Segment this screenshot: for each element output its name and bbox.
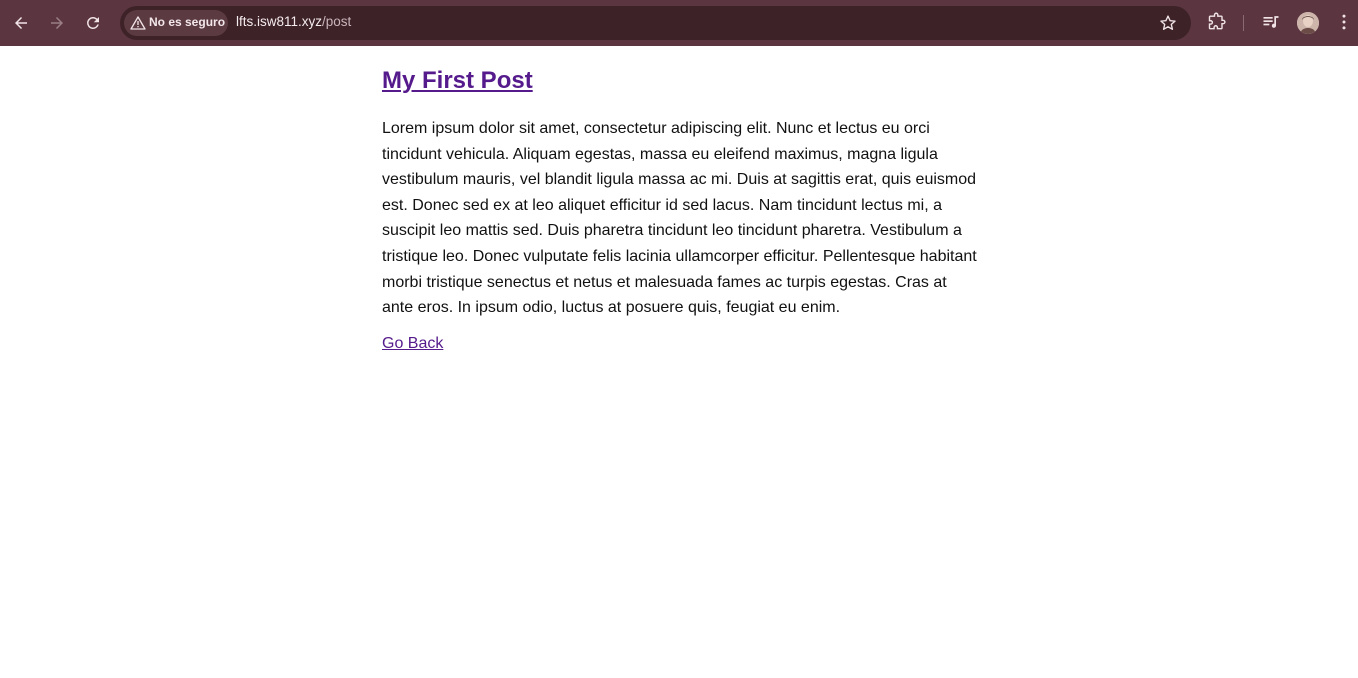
avatar-image bbox=[1297, 12, 1319, 34]
post-content: My First Post Lorem ipsum dolor sit amet… bbox=[382, 66, 982, 354]
back-button[interactable] bbox=[7, 9, 35, 37]
star-icon[interactable] bbox=[1159, 14, 1177, 32]
kebab-menu-icon[interactable] bbox=[1334, 12, 1354, 32]
go-back-link[interactable]: Go Back bbox=[382, 334, 443, 354]
url-host: lfts.isw811.xyz bbox=[236, 14, 323, 29]
avatar[interactable] bbox=[1297, 12, 1319, 34]
reload-icon bbox=[87, 16, 99, 29]
media-control-icon[interactable] bbox=[1261, 12, 1281, 32]
back-arrow-icon bbox=[15, 17, 27, 29]
forward-button[interactable] bbox=[43, 9, 71, 37]
extensions-icon[interactable] bbox=[1207, 12, 1227, 32]
address-bar[interactable]: No es seguro lfts.isw811.xyz/post bbox=[120, 6, 1191, 40]
browser-toolbar: No es seguro lfts.isw811.xyz/post bbox=[0, 0, 1358, 46]
reload-button[interactable] bbox=[79, 9, 107, 37]
post-body: Lorem ipsum dolor sit amet, consectetur … bbox=[382, 120, 977, 317]
url-text[interactable]: lfts.isw811.xyz/post bbox=[236, 14, 351, 29]
toolbar-divider bbox=[1243, 15, 1244, 31]
security-label: No es seguro bbox=[149, 15, 226, 29]
url-path: /post bbox=[322, 14, 352, 29]
post-title-link[interactable]: My First Post bbox=[382, 66, 533, 96]
warning-icon bbox=[130, 16, 146, 30]
forward-arrow-icon bbox=[51, 17, 63, 29]
